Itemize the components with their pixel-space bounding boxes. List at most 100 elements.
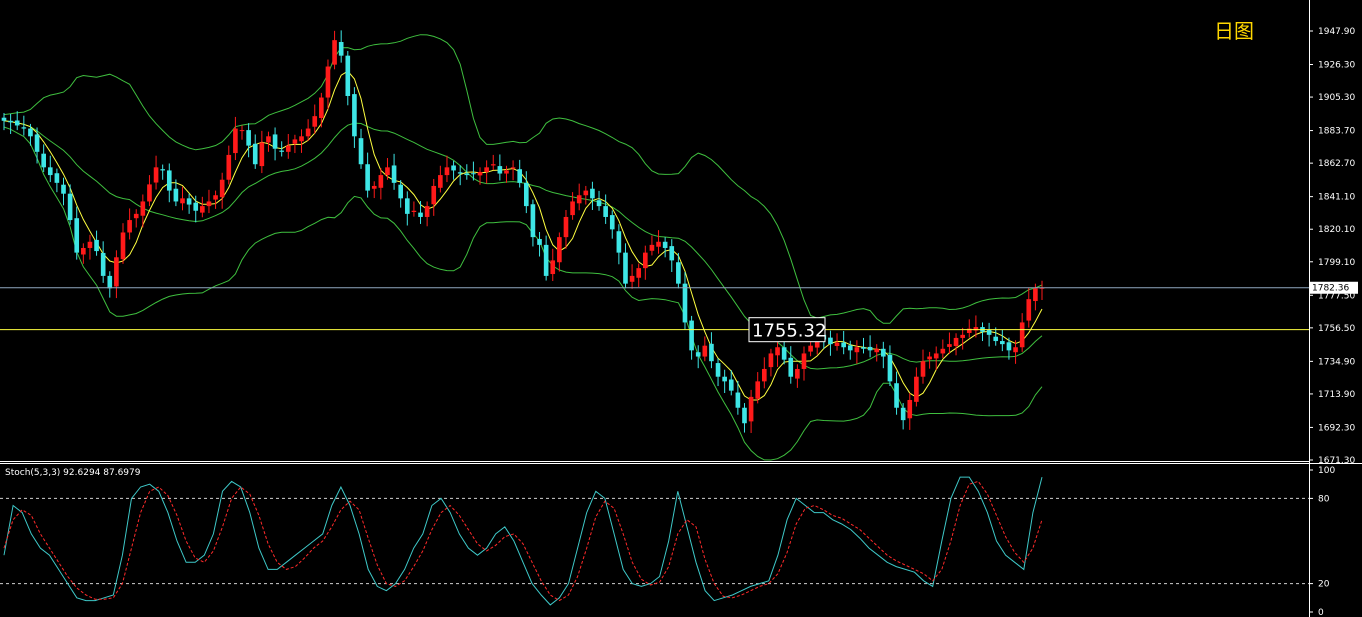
candle-body xyxy=(907,399,913,419)
candle-body xyxy=(8,120,13,123)
candle-body xyxy=(557,237,562,263)
candle-body xyxy=(61,184,66,194)
candle-body xyxy=(986,329,992,335)
candle-body xyxy=(742,407,747,424)
candle xyxy=(14,111,20,131)
candle xyxy=(94,230,99,256)
candle xyxy=(504,165,509,183)
candle-body xyxy=(894,383,899,408)
candle xyxy=(21,115,27,136)
candle-body xyxy=(953,337,959,347)
stoch-tick-label: 100 xyxy=(1318,466,1335,476)
candle-body xyxy=(127,220,132,233)
candle-body xyxy=(1,117,7,121)
candle xyxy=(795,364,800,388)
candle xyxy=(100,241,106,283)
candle-body xyxy=(755,381,761,399)
candle xyxy=(444,155,450,183)
candle xyxy=(107,271,113,298)
candle xyxy=(841,330,846,355)
candle-body xyxy=(537,238,542,245)
stochastic-lines xyxy=(3,476,1043,606)
candle-body xyxy=(861,347,866,349)
candle xyxy=(424,201,430,227)
candle xyxy=(41,144,46,172)
price-tick-label: 1692.30 xyxy=(1318,423,1355,433)
candle xyxy=(497,154,503,181)
candle-body xyxy=(801,353,807,369)
candle-body xyxy=(21,127,27,129)
candle-body xyxy=(636,268,642,278)
candle-body xyxy=(14,120,20,126)
candle xyxy=(219,172,225,209)
candle-body xyxy=(34,134,40,152)
candle xyxy=(980,322,985,342)
candle-body xyxy=(927,356,932,360)
candle-body xyxy=(603,206,608,217)
candle xyxy=(590,181,595,210)
candle xyxy=(854,340,860,364)
price-tick-label: 1799.10 xyxy=(1318,258,1355,268)
trading-chart: 1947.90 1926.30 1905.30 1883.70 1862.70 1841.… xyxy=(0,0,1362,617)
candle-body xyxy=(914,376,919,402)
candle-body xyxy=(702,345,708,357)
candle-body xyxy=(107,275,113,289)
candle-body xyxy=(867,346,873,351)
candle xyxy=(596,190,602,211)
candle xyxy=(920,349,926,384)
candle-body xyxy=(345,55,351,96)
candle xyxy=(352,87,357,148)
candle xyxy=(986,322,992,347)
candle xyxy=(656,230,661,254)
candle-body xyxy=(728,379,734,391)
price-tick-label: 1756.50 xyxy=(1318,324,1355,334)
candle xyxy=(358,128,364,169)
candle-body xyxy=(748,396,754,422)
candle xyxy=(788,346,794,384)
stoch-tick-label: 20 xyxy=(1318,580,1330,590)
candle-body xyxy=(140,201,146,216)
candle-body xyxy=(1033,288,1038,302)
candle xyxy=(689,315,694,360)
candle xyxy=(669,239,675,273)
bollinger-lower-line xyxy=(3,126,1043,461)
candle-body xyxy=(874,348,880,353)
candle xyxy=(828,330,833,356)
stochastic-axis: 100 80 20 0 xyxy=(0,466,1335,617)
candle-body xyxy=(186,198,192,205)
candle-body xyxy=(418,212,423,217)
candle xyxy=(940,339,946,359)
candle-body xyxy=(200,206,205,213)
candle-body xyxy=(173,188,179,202)
candle xyxy=(966,319,972,338)
candle xyxy=(742,403,747,433)
candle-body xyxy=(160,169,165,171)
candle xyxy=(147,175,152,207)
candle xyxy=(874,344,880,362)
current-price-label: 1782.36 xyxy=(1312,284,1349,294)
candle xyxy=(695,345,701,369)
candle xyxy=(371,181,377,199)
candle-body xyxy=(233,128,238,154)
candle-body xyxy=(457,172,463,174)
candle-body xyxy=(682,283,688,323)
candle-body xyxy=(477,171,483,176)
candle-body xyxy=(193,202,199,211)
candle xyxy=(709,332,714,369)
candle-body xyxy=(715,363,721,377)
candle-body xyxy=(596,200,602,207)
candle-body xyxy=(133,213,139,219)
candle-body xyxy=(120,232,126,260)
candle-body xyxy=(153,167,159,183)
candle-body xyxy=(424,206,430,217)
price-tick-label: 1734.90 xyxy=(1318,357,1355,367)
candle-body xyxy=(411,210,417,212)
candle xyxy=(510,160,516,181)
candle xyxy=(636,263,642,288)
candle xyxy=(867,335,873,358)
candle xyxy=(457,165,463,186)
candle-body xyxy=(881,348,886,357)
candle-body xyxy=(920,361,926,377)
candle xyxy=(285,133,291,159)
candle xyxy=(259,130,265,174)
